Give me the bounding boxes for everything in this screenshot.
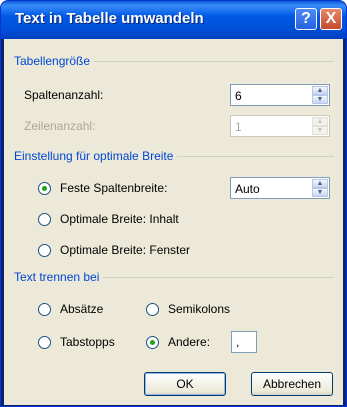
close-button[interactable]: X: [320, 8, 342, 30]
other-separator-radio[interactable]: [146, 336, 159, 349]
other-separator-input[interactable]: ,: [231, 331, 257, 353]
separator-group-title: Text trennen bei: [14, 270, 104, 284]
spin-up-icon: ▲: [312, 117, 328, 126]
autofit-window-label[interactable]: Optimale Breite: Fenster: [60, 243, 190, 257]
rows-spinner: 1 ▲ ▼: [230, 115, 330, 137]
table-size-group-title: Tabellengröße: [14, 54, 95, 68]
paragraphs-radio[interactable]: [38, 303, 51, 316]
columns-label: Spaltenanzahl:: [24, 88, 104, 102]
fixed-width-label[interactable]: Feste Spaltenbreite:: [60, 181, 167, 195]
dialog-window: Text in Tabelle umwandeln ? X Tabellengr…: [0, 0, 347, 407]
fixed-width-spinner[interactable]: Auto ▲ ▼: [230, 177, 330, 199]
rows-value: 1: [235, 120, 242, 134]
spin-down-icon[interactable]: ▼: [312, 95, 328, 104]
semicolons-label[interactable]: Semikolons: [168, 302, 230, 316]
semicolons-radio[interactable]: [146, 303, 159, 316]
spin-up-icon[interactable]: ▲: [312, 86, 328, 95]
fixed-width-value[interactable]: Auto: [235, 182, 260, 196]
spin-down-icon[interactable]: ▼: [312, 188, 328, 197]
paragraphs-label[interactable]: Absätze: [60, 302, 103, 316]
rows-label: Zeilenanzahl:: [24, 119, 96, 133]
columns-spinner[interactable]: 6 ▲ ▼: [230, 84, 330, 106]
cancel-button[interactable]: Abbrechen: [251, 372, 333, 396]
spin-up-icon[interactable]: ▲: [312, 179, 328, 188]
spin-down-icon: ▼: [312, 126, 328, 135]
autofit-content-radio[interactable]: [38, 213, 51, 226]
tabs-label[interactable]: Tabstopps: [60, 335, 115, 349]
other-separator-label[interactable]: Andere:: [168, 335, 210, 349]
autofit-group-title: Einstellung für optimale Breite: [14, 149, 178, 163]
tabs-radio[interactable]: [38, 336, 51, 349]
dialog-body: Tabellengröße Spaltenanzahl: 6 ▲ ▼ Zeile…: [4, 39, 343, 405]
help-button[interactable]: ?: [295, 8, 317, 30]
autofit-window-radio[interactable]: [38, 244, 51, 257]
columns-value[interactable]: 6: [235, 89, 242, 103]
title-bar[interactable]: Text in Tabelle umwandeln ? X: [1, 1, 346, 39]
ok-button[interactable]: OK: [144, 372, 226, 396]
fixed-width-radio[interactable]: [38, 182, 51, 195]
autofit-content-label[interactable]: Optimale Breite: Inhalt: [60, 212, 179, 226]
dialog-title: Text in Tabelle umwandeln: [15, 10, 204, 27]
